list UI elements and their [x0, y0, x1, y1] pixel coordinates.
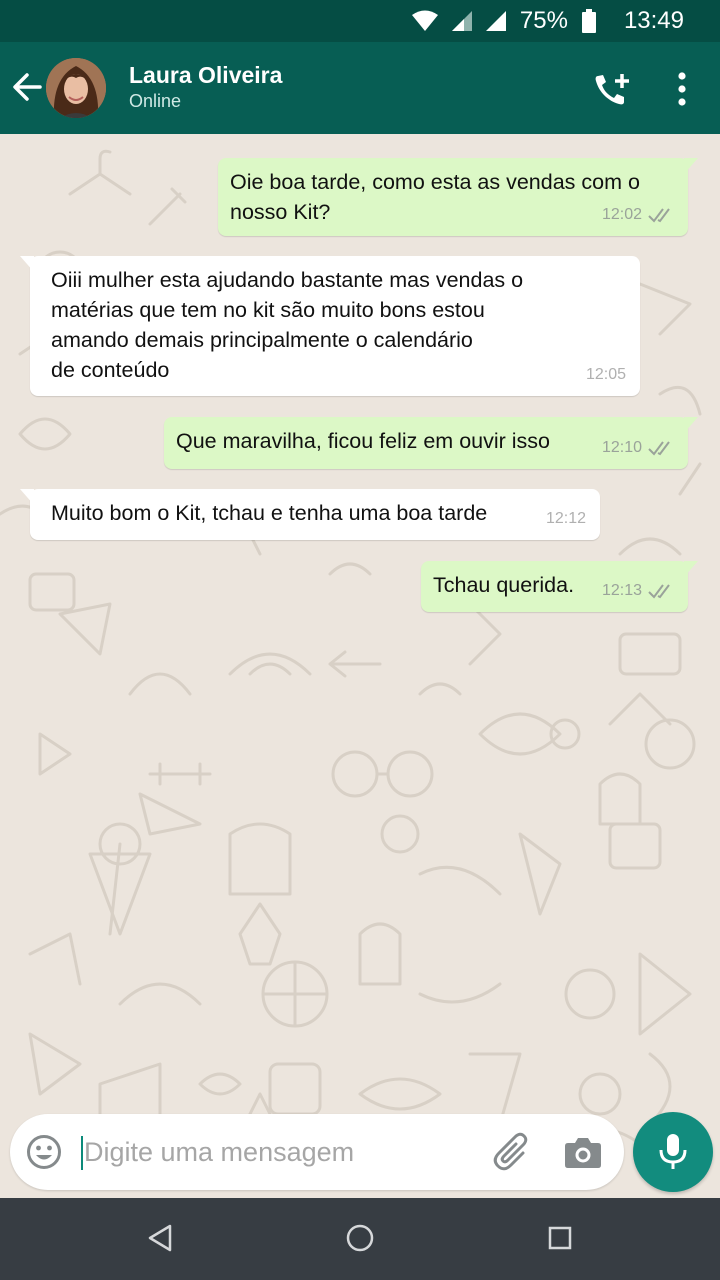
chat-header: Laura Oliveira Online	[0, 42, 720, 134]
nav-back-icon[interactable]	[146, 1223, 174, 1253]
message-outgoing[interactable]: Que maravilha, ficou feliz em ouvir isso…	[164, 417, 698, 469]
message-input[interactable]	[84, 1132, 464, 1172]
message-time: 12:12	[545, 510, 586, 527]
system-nav-bar	[0, 1198, 720, 1280]
message-meta: 12:13	[602, 576, 674, 606]
message-text: Oiii mulher esta ajudando bastante mas v…	[51, 268, 524, 382]
message-outgoing[interactable]: Tchau querida. 12:13	[421, 561, 698, 612]
add-call-icon[interactable]	[592, 72, 632, 108]
battery-level: 75%	[519, 7, 568, 34]
message-meta: 12:12	[546, 504, 586, 534]
battery-icon	[581, 9, 596, 33]
message-text: Muito bom o Kit, tchau e tenha uma boa t…	[51, 501, 488, 525]
contact-name[interactable]: Laura Oliveira	[129, 62, 282, 89]
message-meta: 12:02	[602, 200, 674, 230]
message-meta: 12:10	[602, 433, 674, 463]
text-caret	[81, 1136, 83, 1170]
message-incoming[interactable]: Oiii mulher esta ajudando bastante mas v…	[20, 256, 640, 396]
bubble-tail	[684, 561, 698, 577]
paperclip-icon[interactable]	[490, 1132, 530, 1172]
status-icons: 75% 13:49	[411, 0, 684, 42]
double-check-icon	[648, 208, 670, 223]
signal-icon	[451, 11, 472, 31]
bubble-tail	[20, 256, 34, 272]
wifi-icon	[411, 10, 438, 31]
message-time: 12:10	[601, 439, 642, 456]
signal-icon	[485, 11, 506, 31]
arrow-left-icon[interactable]	[10, 70, 44, 104]
message-time: 12:13	[601, 582, 642, 599]
message-outgoing[interactable]: Oie boa tarde, como esta as vendas com o…	[218, 158, 698, 236]
message-incoming[interactable]: Muito bom o Kit, tchau e tenha uma boa t…	[20, 489, 600, 540]
nav-home-icon[interactable]	[345, 1223, 375, 1253]
double-check-icon	[648, 441, 670, 456]
bubble-tail	[20, 489, 34, 505]
double-check-icon	[648, 584, 670, 599]
more-vert-icon[interactable]	[670, 70, 694, 108]
message-time: 12:02	[601, 206, 642, 223]
mic-button[interactable]	[633, 1112, 713, 1192]
message-composer	[10, 1114, 624, 1190]
clock: 13:49	[623, 7, 684, 34]
bubble-tail	[684, 417, 698, 433]
message-time: 12:05	[585, 366, 626, 383]
emoji-icon[interactable]	[26, 1134, 62, 1170]
mic-icon	[659, 1134, 687, 1169]
nav-recents-icon[interactable]	[548, 1226, 572, 1250]
camera-icon[interactable]	[564, 1134, 602, 1170]
contact-status: Online	[129, 91, 182, 111]
avatar[interactable]	[46, 58, 106, 118]
bubble-tail	[684, 158, 698, 174]
chat-area[interactable]: Oie boa tarde, como esta as vendas com o…	[0, 134, 720, 1198]
message-meta: 12:05	[586, 360, 626, 390]
status-bar: 75% 13:49	[0, 0, 720, 42]
